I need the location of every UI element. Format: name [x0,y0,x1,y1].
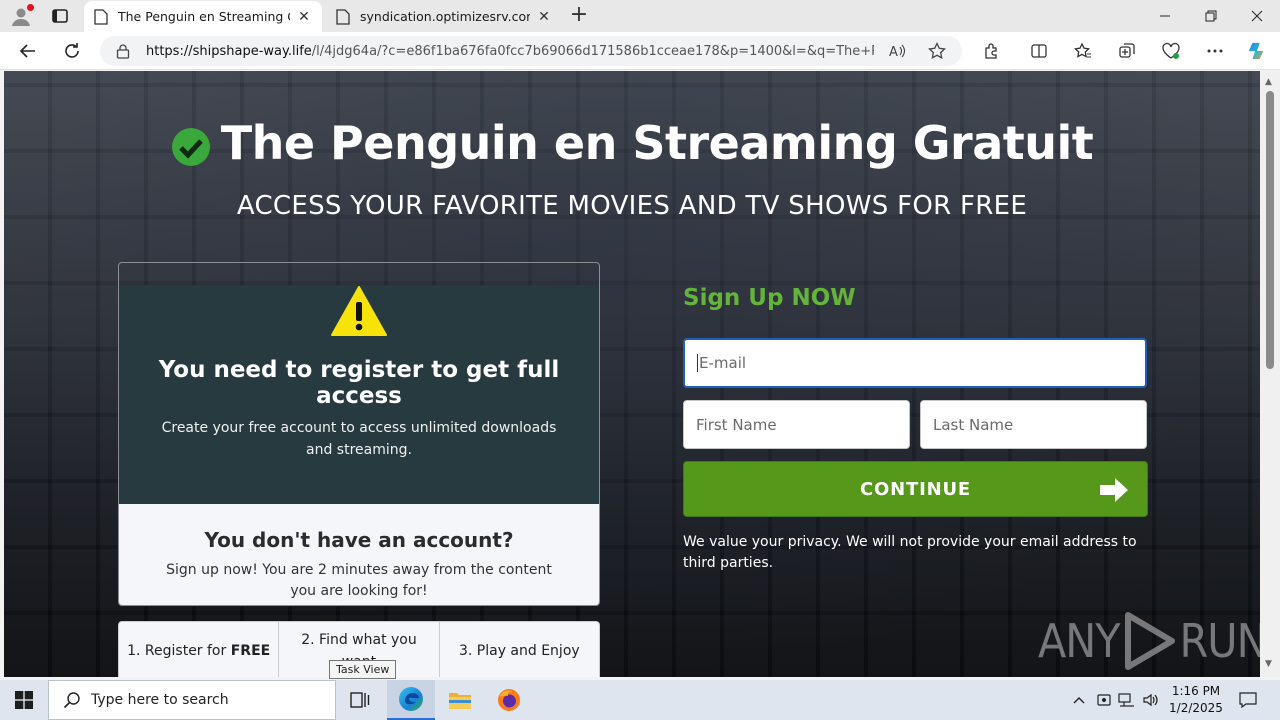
split-screen-icon[interactable] [1029,41,1049,61]
collections-icon[interactable] [1117,41,1137,61]
email-field[interactable]: E-mail [683,338,1147,388]
page-icon [94,8,108,25]
firefox-icon[interactable] [485,680,533,720]
network-icon[interactable] [1115,680,1139,720]
tab-title: The Penguin en Streaming Gratuit [118,9,290,24]
browser-toolbar: https://shipshape-way.life/l/4jdg64a/?c=… [0,32,1280,70]
warning-title: You need to register to get full access [158,357,560,409]
warning-text: Create your free account to access unlim… [161,420,557,458]
minimize-button[interactable] [1142,0,1188,32]
lock-icon[interactable] [116,43,130,59]
clock-date: 1/2/2025 [1169,701,1223,715]
check-circle-icon [171,128,210,166]
no-account-text: Sign up now! You are 2 minutes away from… [166,562,552,599]
continue-button[interactable]: CONTINUE [683,461,1148,517]
copilot-icon[interactable] [1247,41,1267,61]
read-aloud-icon[interactable]: A [888,41,908,61]
chevron-up-icon[interactable] [1067,680,1091,720]
edge-icon[interactable] [387,680,435,720]
volume-icon[interactable] [1139,680,1163,720]
extensions-icon[interactable] [981,41,1001,61]
warning-icon [331,286,387,336]
page-title: The Penguin en Streaming Gratuit [220,116,1094,170]
screen: The Penguin en Streaming Gratuit ✕ syndi… [0,0,1280,720]
system-clock[interactable]: 1:16 PM 1/2/2025 [1164,683,1228,717]
page-subtitle: ACCESS YOUR FAVORITE MOVIES AND TV SHOWS… [236,191,1028,221]
tab-inactive[interactable]: syndication.optimizesrv.com/v1/ ✕ [326,1,562,32]
address-bar[interactable]: https://shipshape-way.life/l/4jdg64a/?c=… [100,36,962,66]
anyrun-watermark: ANY RUN [1038,612,1260,670]
page-headline: The Penguin en Streaming Gratuit [4,116,1260,170]
tab-active[interactable]: The Penguin en Streaming Gratuit ✕ [84,1,322,32]
back-icon[interactable] [15,39,41,63]
task-view-icon[interactable] [336,680,384,720]
windows-taskbar: Type here to search 1:16 PM 1/2/2025 [0,680,1280,720]
close-icon[interactable]: ✕ [536,9,552,25]
file-explorer-icon[interactable] [436,680,484,720]
privacy-note: We value your privacy. We will not provi… [683,534,1137,571]
close-icon[interactable]: ✕ [296,9,312,25]
warning-panel: You need to register to get full access … [119,285,599,504]
task-view-tooltip: Task View [329,660,397,679]
no-account-panel: You don't have an account? Sign up now! … [119,504,599,605]
scrollbar-thumb[interactable] [1266,91,1274,369]
page-icon [336,8,350,25]
notification-icon[interactable] [1236,680,1260,720]
first-name-field[interactable]: First Name [683,400,910,449]
no-account-title: You don't have an account? [204,528,514,552]
last-name-field[interactable]: Last Name [920,400,1147,449]
url-text[interactable]: https://shipshape-way.life/l/4jdg64a/?c=… [146,44,874,59]
search-icon [63,692,80,709]
tab-title: syndication.optimizesrv.com/v1/ [360,9,530,24]
signup-title: Sign Up NOW [683,285,856,311]
register-info-card: You need to register to get full access … [118,262,600,606]
svg-text:A: A [889,45,898,59]
clock-time: 1:16 PM [1171,684,1221,698]
step-item: 1. Register for FREE [119,622,280,677]
browser-tab-strip: The Penguin en Streaming Gratuit ✕ syndi… [0,0,1280,32]
favorite-star-icon[interactable] [927,41,947,61]
arrow-right-icon [1100,478,1128,502]
security-tray-icon[interactable] [1092,680,1116,720]
refresh-icon[interactable] [59,39,85,63]
tab-actions-icon[interactable] [50,6,70,26]
window-close-button[interactable] [1234,0,1280,32]
browser-essentials-icon[interactable] [1161,41,1181,61]
step-item: 3. Play and Enjoy [458,643,580,659]
page-scrollbar[interactable]: ▲ ▼ [1260,71,1280,677]
web-page: The Penguin en Streaming Gratuit ACCESS … [4,71,1260,677]
profile-icon[interactable] [10,4,34,27]
taskbar-search-box[interactable]: Type here to search [48,680,336,720]
more-icon[interactable] [1205,41,1225,61]
favorites-icon[interactable] [1073,41,1093,61]
restore-button[interactable] [1188,0,1234,32]
plus-icon[interactable]: + [568,4,590,27]
windows-start-icon[interactable] [0,680,48,720]
